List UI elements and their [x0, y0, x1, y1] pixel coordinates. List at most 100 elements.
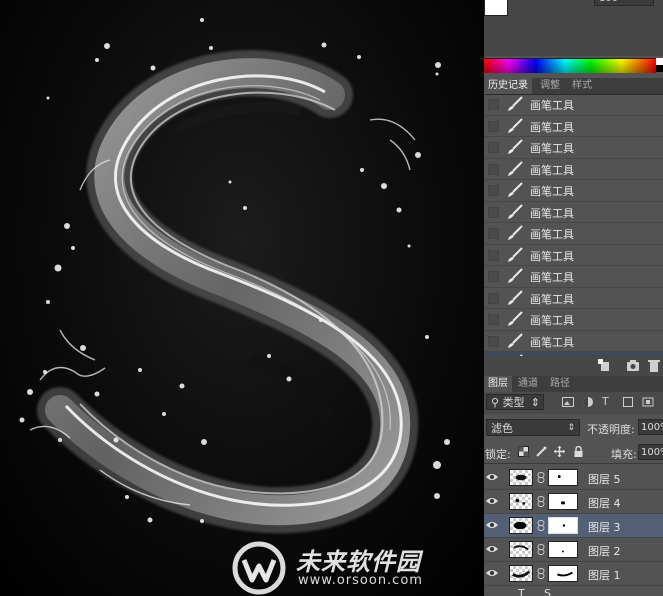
image-filter-icon[interactable] — [562, 396, 574, 408]
eye-icon[interactable] — [486, 520, 498, 530]
history-state-checkbox[interactable] — [488, 120, 499, 132]
layers-tabbar: 图层 通道 路径 — [484, 376, 663, 393]
layer-name: 图层 3 — [588, 521, 621, 534]
layer-mask-art — [557, 475, 561, 478]
layer-filter-select[interactable]: ⚲ 类型 ⇕ — [486, 394, 544, 410]
link-chain-icon[interactable] — [537, 544, 545, 555]
history-item[interactable]: 画笔工具 — [484, 266, 663, 288]
layer-mask-thumbnail[interactable] — [548, 493, 578, 510]
link-chain-icon[interactable] — [537, 472, 545, 483]
adjustment-filter-icon[interactable] — [582, 396, 594, 408]
k-value-field[interactable]: 100 — [594, 0, 654, 6]
layers-list: 图层 5 图层 4 图层 3 图层 2 图层 1 — [484, 466, 663, 586]
text-layer-row-partial[interactable]: T S — [484, 586, 663, 596]
layer-mask-thumbnail[interactable] — [548, 565, 578, 582]
eye-icon[interactable] — [486, 496, 498, 506]
history-tabbar: 历史记录 调整 样式 — [484, 78, 663, 95]
history-item[interactable]: 画笔工具 — [484, 288, 663, 309]
lock-image-icon[interactable] — [536, 446, 547, 457]
history-state-checkbox[interactable] — [488, 206, 499, 218]
layer-mask-thumbnail[interactable] — [548, 517, 578, 534]
link-chain-icon[interactable] — [537, 520, 545, 531]
document-canvas[interactable]: 未来软件园 www.orsoon.com — [0, 0, 484, 596]
history-item-label: 画笔工具 — [530, 120, 574, 134]
history-item[interactable]: 画笔工具 — [484, 180, 663, 202]
tab-adjustments[interactable]: 调整 — [536, 78, 564, 94]
smart-object-filter-icon[interactable] — [642, 396, 654, 408]
tab-paths[interactable]: 路径 — [546, 376, 574, 392]
layer-name: 图层 4 — [588, 497, 621, 510]
color-spectrum-bar[interactable] — [484, 58, 656, 73]
history-item-label: 画笔工具 — [530, 163, 574, 177]
snapshot-camera-icon[interactable] — [626, 359, 640, 372]
history-item[interactable]: 画笔工具 — [484, 309, 663, 331]
history-item-label: 画笔工具 — [530, 335, 574, 349]
layer-thumbnail-art — [515, 474, 527, 481]
new-document-from-state-icon[interactable] — [598, 359, 612, 372]
fill-label: 填充: — [611, 448, 637, 461]
history-state-checkbox[interactable] — [488, 292, 499, 304]
opacity-label: 不透明度: — [587, 423, 635, 436]
side-panels: 100 历史记录 调整 样式 画笔工具画笔工具画笔工具画笔工具画笔工具画笔工具画… — [484, 0, 663, 596]
layer-mask-art — [561, 501, 565, 505]
history-state-checkbox[interactable] — [488, 314, 499, 325]
history-state-checkbox[interactable] — [488, 335, 499, 347]
history-state-checkbox[interactable] — [488, 142, 499, 153]
layer-mask-art — [562, 524, 566, 527]
opacity-field[interactable]: 100% — [638, 419, 663, 435]
foreground-color-swatch[interactable] — [484, 0, 508, 16]
brush-icon — [508, 332, 523, 348]
layer-name: 图层 2 — [588, 545, 621, 558]
layer-thumbnail — [509, 517, 533, 534]
history-item[interactable]: 画笔工具 — [484, 331, 663, 352]
history-state-checkbox[interactable] — [488, 249, 499, 261]
lock-transparent-icon[interactable] — [518, 446, 529, 457]
layer-name: 图层 5 — [588, 473, 621, 486]
text-filter-icon[interactable]: T — [602, 396, 614, 408]
layer-thumbnail-art — [513, 545, 529, 551]
lock-all-icon[interactable] — [573, 446, 584, 457]
layer-mask-thumbnail[interactable] — [548, 541, 578, 558]
layer-row[interactable]: 图层 2 — [484, 538, 663, 562]
watermark: 未来软件园 www.orsoon.com — [232, 540, 452, 596]
layer-mask-thumbnail[interactable] — [548, 469, 578, 486]
layer-thumbnail — [509, 541, 533, 558]
history-item[interactable]: 画笔工具 — [484, 94, 663, 116]
black-white-swatch[interactable] — [656, 58, 663, 72]
lock-position-icon[interactable] — [554, 446, 565, 457]
layer-row[interactable]: 图层 1 — [484, 562, 663, 586]
blend-mode-value: 滤色 — [491, 422, 513, 435]
tab-layers[interactable]: 图层 — [484, 376, 512, 392]
brush-icon — [508, 311, 523, 326]
history-item[interactable]: 画笔工具 — [484, 202, 663, 223]
layer-row[interactable]: 图层 5 — [484, 466, 663, 490]
shape-filter-icon[interactable] — [622, 396, 634, 408]
history-item[interactable]: 画笔工具 — [484, 137, 663, 159]
layer-thumbnail — [509, 565, 533, 582]
history-state-checkbox[interactable] — [488, 271, 499, 282]
brush-icon — [508, 160, 523, 176]
history-item[interactable]: 画笔工具 — [484, 245, 663, 266]
text-layer-icon: T — [518, 587, 525, 596]
history-state-checkbox[interactable] — [488, 228, 499, 239]
fill-field[interactable]: 100% — [638, 444, 663, 460]
trash-icon[interactable] — [647, 359, 661, 372]
tab-styles[interactable]: 样式 — [568, 78, 596, 94]
eye-icon[interactable] — [486, 544, 498, 554]
tab-channels[interactable]: 通道 — [514, 376, 542, 392]
link-chain-icon[interactable] — [537, 568, 545, 579]
history-state-checkbox[interactable] — [488, 99, 499, 110]
history-item[interactable]: 画笔工具 — [484, 223, 663, 245]
history-state-checkbox[interactable] — [488, 185, 499, 196]
history-item[interactable]: 画笔工具 — [484, 159, 663, 180]
eye-icon[interactable] — [486, 568, 498, 578]
brush-icon — [508, 289, 523, 305]
eye-icon[interactable] — [486, 472, 498, 482]
history-state-checkbox[interactable] — [488, 163, 499, 175]
blend-mode-select[interactable]: 滤色 ⇕ — [486, 419, 580, 436]
tab-history[interactable]: 历史记录 — [484, 78, 532, 94]
layer-row[interactable]: 图层 4 — [484, 490, 663, 514]
layer-row[interactable]: 图层 3 — [484, 514, 663, 538]
link-chain-icon[interactable] — [537, 496, 545, 507]
history-item[interactable]: 画笔工具 — [484, 116, 663, 137]
